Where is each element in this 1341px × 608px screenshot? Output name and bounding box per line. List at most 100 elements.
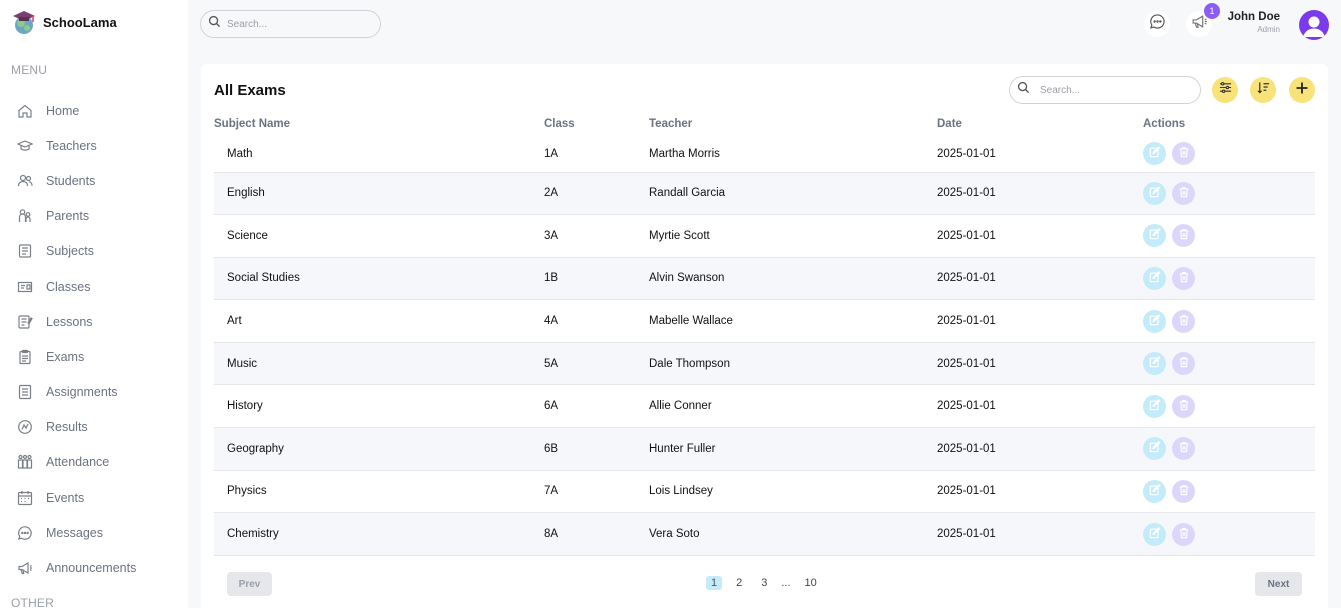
- page-number-2[interactable]: 2: [731, 576, 747, 590]
- edit-button[interactable]: [1143, 522, 1166, 546]
- cell-teacher: Dale Thompson: [649, 357, 730, 370]
- edit-button[interactable]: [1143, 142, 1166, 166]
- sidebar-item-events[interactable]: Events: [0, 480, 188, 515]
- edit-icon: [1149, 313, 1161, 329]
- cell-date: 2025-01-01: [937, 315, 996, 328]
- page-number-1[interactable]: 1: [706, 576, 723, 590]
- delete-button[interactable]: [1172, 181, 1195, 205]
- edit-icon: [1149, 185, 1161, 201]
- delete-button[interactable]: [1172, 394, 1195, 418]
- cell-date: 2025-01-01: [937, 272, 996, 285]
- edit-button[interactable]: [1143, 309, 1166, 333]
- edit-button[interactable]: [1143, 394, 1166, 418]
- cell-date: 2025-01-01: [937, 528, 996, 541]
- edit-button[interactable]: [1143, 224, 1166, 248]
- page-number-3[interactable]: 3: [756, 576, 772, 590]
- table-header-row: Subject Name Class Teacher Date Actions: [214, 112, 1315, 136]
- edit-button[interactable]: [1143, 181, 1166, 205]
- top-search-bar[interactable]: [200, 10, 381, 38]
- exams-icon: [17, 349, 33, 365]
- column-header-subject[interactable]: Subject Name: [214, 112, 544, 136]
- table-row[interactable]: Art 4A Mabelle Wallace 2025-01-01: [214, 300, 1315, 343]
- column-header-date[interactable]: Date: [937, 112, 1143, 136]
- brand[interactable]: SchooLama: [11, 8, 117, 36]
- other-section-title: OTHER: [11, 596, 54, 608]
- delete-button[interactable]: [1172, 224, 1195, 248]
- sidebar-item-lessons[interactable]: Lessons: [0, 304, 188, 339]
- add-exam-button[interactable]: [1289, 77, 1315, 103]
- edit-button[interactable]: [1143, 437, 1166, 461]
- table-row[interactable]: Geography 6B Hunter Fuller 2025-01-01: [214, 427, 1315, 471]
- cell-class: 5A: [544, 357, 559, 370]
- sidebar-item-announcements[interactable]: Announcements: [0, 550, 188, 585]
- sidebar-item-subjects[interactable]: Subjects: [0, 234, 188, 269]
- sidebar-item-parents[interactable]: Parents: [0, 199, 188, 234]
- edit-button[interactable]: [1143, 479, 1166, 503]
- edit-button[interactable]: [1143, 266, 1166, 290]
- message-icon: [1149, 13, 1166, 35]
- messages-button[interactable]: [1144, 11, 1170, 37]
- delete-button[interactable]: [1172, 352, 1195, 376]
- delete-button[interactable]: [1172, 142, 1195, 166]
- delete-button[interactable]: [1172, 309, 1195, 333]
- column-header-actions: Actions: [1143, 118, 1186, 130]
- sidebar-item-home[interactable]: Home: [0, 93, 188, 128]
- sort-button[interactable]: [1250, 77, 1276, 103]
- top-search-input[interactable]: [227, 18, 357, 30]
- avatar[interactable]: [1299, 10, 1329, 40]
- delete-button[interactable]: [1172, 437, 1195, 461]
- delete-button[interactable]: [1172, 266, 1195, 290]
- table-row[interactable]: English 2A Randall Garcia 2025-01-01: [214, 172, 1315, 215]
- sidebar: SchooLama MENU Home Teachers Students Pa…: [0, 0, 188, 608]
- table-row[interactable]: Physics 7A Lois Lindsey 2025-01-01: [214, 470, 1315, 513]
- cell-subject: Geography: [227, 442, 284, 455]
- table-row[interactable]: History 6A Allie Conner 2025-01-01: [214, 385, 1315, 428]
- sidebar-item-exams[interactable]: Exams: [0, 339, 188, 374]
- parents-icon: [17, 208, 33, 224]
- search-icon: [208, 15, 221, 33]
- cell-teacher: Randall Garcia: [649, 187, 726, 200]
- cell-class: 8A: [544, 528, 559, 541]
- sidebar-item-label: Teachers: [46, 138, 97, 153]
- cell-actions: [1143, 300, 1315, 343]
- sidebar-item-assignments[interactable]: Assignments: [0, 375, 188, 410]
- delete-button[interactable]: [1172, 522, 1195, 546]
- next-page-button[interactable]: Next: [1255, 572, 1302, 596]
- graduation-cap-icon: [17, 138, 33, 154]
- cell-class: 1A: [544, 147, 559, 160]
- sidebar-item-attendance[interactable]: Attendance: [0, 445, 188, 480]
- sidebar-item-classes[interactable]: Classes: [0, 269, 188, 304]
- sidebar-item-teachers[interactable]: Teachers: [0, 128, 188, 163]
- cell-subject: Social Studies: [227, 272, 300, 285]
- cell-subject: Math: [227, 147, 253, 160]
- cell-subject: History: [227, 400, 263, 413]
- edit-button[interactable]: [1143, 352, 1166, 376]
- sidebar-item-messages[interactable]: Messages: [0, 515, 188, 550]
- students-icon: [17, 173, 33, 189]
- cell-class: 4A: [544, 315, 559, 328]
- table-search-bar[interactable]: [1009, 76, 1201, 104]
- sidebar-nav: Home Teachers Students Parents Subjects …: [0, 93, 188, 586]
- sidebar-item-results[interactable]: Results: [0, 410, 188, 445]
- cell-class: 7A: [544, 485, 559, 498]
- prev-page-button[interactable]: Prev: [227, 572, 272, 596]
- column-header-teacher[interactable]: Teacher: [649, 112, 937, 136]
- table-search-input[interactable]: [1040, 84, 1170, 96]
- edit-icon: [1149, 398, 1161, 414]
- megaphone-icon: [1191, 13, 1208, 35]
- column-header-class[interactable]: Class: [544, 112, 649, 136]
- table-row[interactable]: Math 1A Martha Morris 2025-01-01: [214, 136, 1315, 172]
- sidebar-item-label: Students: [46, 173, 96, 188]
- announcement-count-badge: 1: [1204, 3, 1220, 19]
- page-number-10[interactable]: 10: [800, 576, 822, 590]
- table-row[interactable]: Science 3A Myrtie Scott 2025-01-01: [214, 215, 1315, 258]
- cell-class: 1B: [544, 272, 559, 285]
- sidebar-item-label: Results: [46, 420, 88, 435]
- table-row[interactable]: Chemistry 8A Vera Soto 2025-01-01: [214, 512, 1315, 556]
- delete-button[interactable]: [1172, 479, 1195, 503]
- cell-subject: Science: [227, 229, 268, 242]
- filter-button[interactable]: [1212, 77, 1238, 103]
- table-row[interactable]: Social Studies 1B Alvin Swanson 2025-01-01: [214, 257, 1315, 300]
- table-row[interactable]: Music 5A Dale Thompson 2025-01-01: [214, 342, 1315, 385]
- sidebar-item-students[interactable]: Students: [0, 163, 188, 198]
